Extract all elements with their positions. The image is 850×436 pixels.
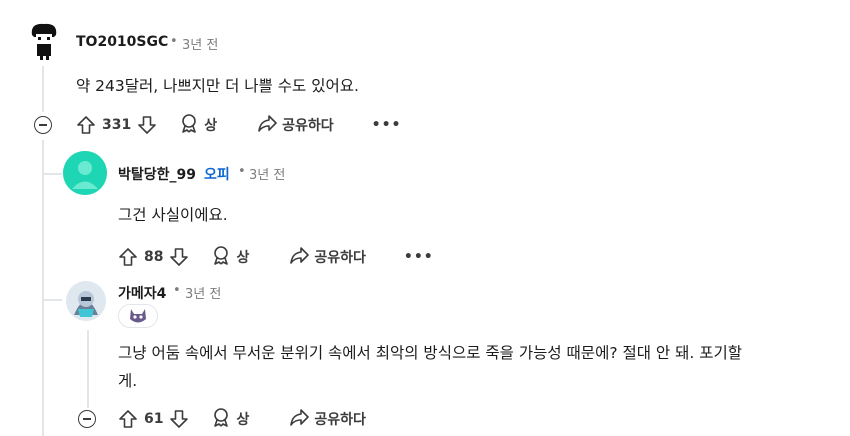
thread-branch-2	[42, 299, 62, 301]
thread-branch-1	[42, 173, 62, 175]
comment-text-line-2: 게.	[118, 372, 138, 390]
vote-count: 61	[144, 411, 164, 427]
comment-text: 그건 사실이에요.	[118, 206, 228, 224]
share-label: 공유하다	[282, 118, 334, 134]
username[interactable]: 가메자4	[118, 283, 166, 303]
upvote-icon[interactable]	[76, 115, 96, 135]
award-icon	[211, 407, 231, 431]
share-button[interactable]: 공유하다	[289, 407, 366, 431]
comment-text-line-1: 그냥 어둠 속에서 무서운 분위기 속에서 최악의 방식으로 죽을 가능성 때문…	[118, 344, 743, 362]
share-button[interactable]: 공유하다	[289, 245, 366, 269]
timestamp[interactable]: 3년 전	[249, 164, 285, 183]
share-button[interactable]: 공유하다	[257, 113, 334, 137]
comment-actions: 88 상 공유하다 •••	[118, 242, 434, 272]
award-button[interactable]: 상	[211, 245, 249, 269]
thread-line-root[interactable]	[42, 66, 44, 112]
username[interactable]: 박탈당한_99	[118, 164, 196, 184]
share-label: 공유하다	[314, 250, 366, 266]
award-label: 상	[204, 118, 218, 134]
downvote-icon[interactable]	[169, 247, 189, 267]
comment-text: 약 243달러, 나쁘지만 더 나쁠 수도 있어요.	[76, 77, 359, 95]
vote-count: 331	[102, 117, 132, 133]
comment-actions: 61 상 공유하다	[118, 404, 366, 434]
share-icon	[257, 113, 277, 137]
separator-dot: •	[173, 283, 181, 298]
avatar[interactable]	[63, 151, 107, 195]
separator-dot: •	[170, 34, 178, 49]
timestamp[interactable]: 3년 전	[185, 283, 221, 302]
username[interactable]: TO2010SGC	[76, 34, 168, 50]
award-button[interactable]: 상	[179, 113, 217, 137]
award-label: 상	[236, 412, 250, 428]
vote-count: 88	[144, 249, 164, 265]
user-flair-icon	[118, 304, 158, 328]
more-options-icon[interactable]: •••	[372, 117, 402, 133]
award-icon	[211, 245, 231, 269]
collapse-button[interactable]	[34, 116, 52, 134]
thread-line-replies[interactable]	[42, 140, 44, 436]
thread-line-reply-2[interactable]	[87, 330, 89, 408]
avatar[interactable]	[66, 281, 106, 321]
award-icon	[179, 113, 199, 137]
timestamp[interactable]: 3년 전	[182, 34, 218, 53]
share-icon	[289, 245, 310, 269]
avatar[interactable]	[24, 21, 64, 61]
upvote-icon[interactable]	[118, 247, 138, 267]
downvote-icon[interactable]	[137, 115, 157, 135]
collapse-button[interactable]	[78, 410, 96, 428]
separator-dot: •	[238, 164, 246, 179]
award-label: 상	[236, 250, 250, 266]
upvote-icon[interactable]	[118, 409, 138, 429]
op-badge: 오피	[204, 167, 230, 183]
share-icon	[289, 407, 310, 431]
comment-actions: 331 상 공유하다 •••	[76, 110, 402, 140]
downvote-icon[interactable]	[169, 409, 189, 429]
share-label: 공유하다	[314, 412, 366, 428]
award-button[interactable]: 상	[211, 407, 249, 431]
more-options-icon[interactable]: •••	[404, 249, 434, 265]
